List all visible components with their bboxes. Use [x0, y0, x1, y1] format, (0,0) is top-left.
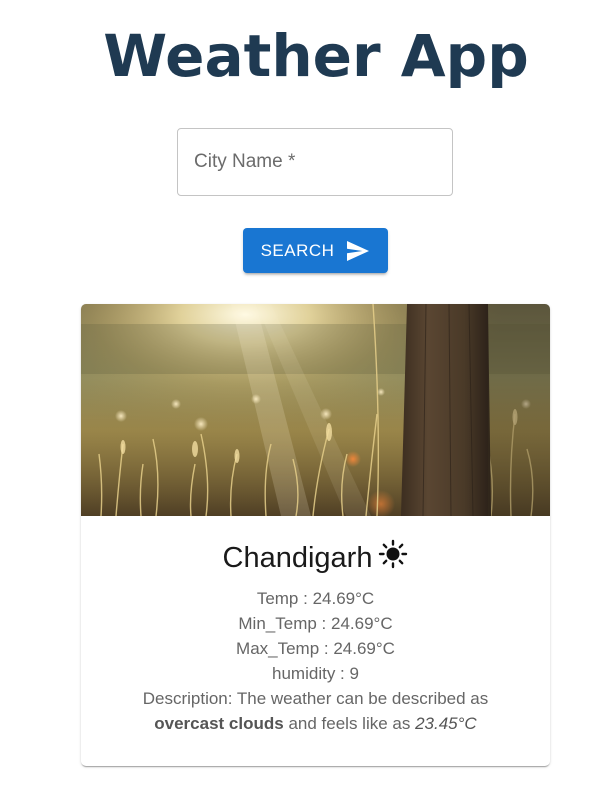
min-temp-value: 24.69°C — [330, 614, 393, 633]
city-name-input[interactable] — [178, 129, 452, 195]
city-name-field[interactable] — [177, 128, 453, 196]
description-middle: and feels like as — [288, 714, 411, 733]
temp-value: 24.69°C — [312, 589, 375, 608]
search-button[interactable]: SEARCH — [243, 228, 388, 273]
humidity-label: humidity — [272, 664, 336, 683]
feels-like-value: 23.45°C — [415, 714, 477, 733]
city-name: Chandigarh — [222, 542, 373, 574]
sun-icon — [378, 539, 408, 569]
max-temp-label: Max_Temp — [236, 639, 320, 658]
max-temp-value: 24.69°C — [333, 639, 395, 658]
send-icon — [346, 240, 370, 262]
description-line: Description: The weather can be describe… — [81, 686, 550, 711]
humidity-line: humidity : 9 — [272, 664, 359, 683]
weather-card: Chandigarh Temp: 24.69°C Min_Temp: 24.… — [81, 304, 550, 766]
search-button-label: SEARCH — [260, 240, 335, 260]
temp-label: Temp — [256, 589, 299, 608]
humidity-value: 9 — [349, 664, 359, 683]
city-heading: Chandigarh — [81, 538, 550, 578]
description-prefix: Description: The weather can be describe… — [142, 689, 489, 708]
weather-details: Temp : 24.69°C Min_Temp : 24.69°C Max_Te… — [81, 586, 550, 736]
weather-card-content: Chandigarh Temp: 24.69°C Min_Temp: 24.… — [81, 516, 550, 736]
min-temp-line: Min_Temp : 24.69°C — [238, 614, 393, 633]
min-temp-label: Min_Temp — [238, 614, 317, 633]
temp-line: Temp : 24.69°C — [256, 589, 375, 608]
app-title: Weather App — [103, 22, 529, 90]
weather-card-image — [81, 304, 550, 516]
description-condition: overcast clouds — [154, 714, 284, 733]
description-line-2: overcast clouds and feels like as 23.45°… — [81, 711, 550, 736]
max-temp-line: Max_Temp : 24.69°C — [236, 639, 395, 658]
weather-app-page: Weather App SEARCH — [0, 0, 602, 792]
